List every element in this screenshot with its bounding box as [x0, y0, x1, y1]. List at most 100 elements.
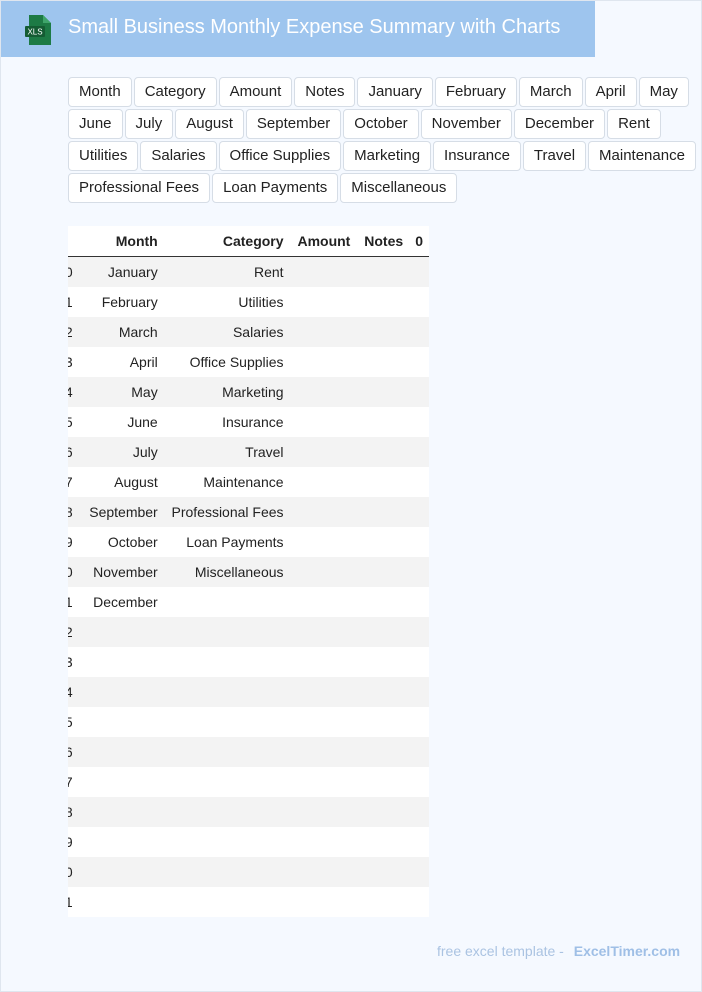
cell-notes[interactable]: [356, 767, 410, 797]
cell-amount[interactable]: [289, 287, 357, 317]
cell-notes[interactable]: [356, 437, 410, 467]
filter-chip[interactable]: Office Supplies: [218, 141, 342, 171]
cell-zero[interactable]: [409, 497, 429, 527]
column-header-category[interactable]: Category: [163, 226, 290, 257]
filter-chip[interactable]: July: [124, 109, 174, 139]
cell-category[interactable]: Rent: [163, 256, 290, 287]
cell-category[interactable]: Professional Fees: [163, 497, 290, 527]
filter-chip[interactable]: March: [518, 77, 583, 107]
cell-notes[interactable]: [356, 317, 410, 347]
cell-notes[interactable]: [356, 377, 410, 407]
filter-chip[interactable]: October: [343, 109, 419, 139]
cell-amount[interactable]: [289, 407, 357, 437]
cell-zero[interactable]: [409, 287, 429, 317]
filter-chip[interactable]: April: [584, 77, 637, 107]
cell-month[interactable]: April: [72, 347, 164, 377]
cell-month[interactable]: December: [72, 587, 164, 617]
cell-notes[interactable]: [356, 617, 410, 647]
cell-zero[interactable]: [409, 617, 429, 647]
cell-month[interactable]: January: [72, 256, 164, 287]
cell-category[interactable]: Travel: [163, 437, 290, 467]
cell-zero[interactable]: [409, 707, 429, 737]
cell-amount[interactable]: [289, 317, 357, 347]
cell-category[interactable]: Loan Payments: [163, 527, 290, 557]
cell-amount[interactable]: [289, 767, 357, 797]
filter-chip[interactable]: May: [638, 77, 689, 107]
cell-notes[interactable]: [356, 677, 410, 707]
cell-zero[interactable]: [409, 587, 429, 617]
cell-amount[interactable]: [289, 617, 357, 647]
cell-amount[interactable]: [289, 587, 357, 617]
cell-month[interactable]: [72, 617, 164, 647]
filter-chip[interactable]: June: [68, 109, 123, 139]
cell-notes[interactable]: [356, 527, 410, 557]
cell-notes[interactable]: [356, 287, 410, 317]
cell-amount[interactable]: [289, 527, 357, 557]
cell-month[interactable]: February: [72, 287, 164, 317]
cell-notes[interactable]: [356, 797, 410, 827]
cell-amount[interactable]: [289, 467, 357, 497]
cell-notes[interactable]: [356, 256, 410, 287]
cell-category[interactable]: [163, 887, 290, 917]
cell-category[interactable]: Utilities: [163, 287, 290, 317]
cell-zero[interactable]: [409, 887, 429, 917]
cell-month[interactable]: August: [72, 467, 164, 497]
cell-amount[interactable]: [289, 707, 357, 737]
cell-notes[interactable]: [356, 827, 410, 857]
cell-month[interactable]: [72, 767, 164, 797]
cell-month[interactable]: November: [72, 557, 164, 587]
cell-zero[interactable]: [409, 347, 429, 377]
cell-category[interactable]: [163, 827, 290, 857]
cell-month[interactable]: [72, 797, 164, 827]
cell-zero[interactable]: [409, 797, 429, 827]
filter-chip[interactable]: Salaries: [140, 141, 217, 171]
filter-chip[interactable]: Loan Payments: [212, 173, 339, 203]
cell-zero[interactable]: [409, 857, 429, 887]
cell-amount[interactable]: [289, 377, 357, 407]
cell-zero[interactable]: [409, 647, 429, 677]
cell-category[interactable]: [163, 767, 290, 797]
cell-month[interactable]: July: [72, 437, 164, 467]
cell-month[interactable]: May: [72, 377, 164, 407]
cell-zero[interactable]: [409, 827, 429, 857]
filter-chip[interactable]: Insurance: [433, 141, 521, 171]
cell-category[interactable]: [163, 647, 290, 677]
cell-amount[interactable]: [289, 827, 357, 857]
cell-zero[interactable]: [409, 437, 429, 467]
filter-chip[interactable]: Category: [133, 77, 217, 107]
column-header-zero[interactable]: 0: [409, 226, 429, 257]
cell-amount[interactable]: [289, 437, 357, 467]
filter-chip[interactable]: Month: [68, 77, 132, 107]
cell-notes[interactable]: [356, 647, 410, 677]
cell-category[interactable]: Salaries: [163, 317, 290, 347]
cell-month[interactable]: March: [72, 317, 164, 347]
filter-chip[interactable]: Miscellaneous: [340, 173, 458, 203]
cell-month[interactable]: [72, 737, 164, 767]
cell-zero[interactable]: [409, 767, 429, 797]
cell-amount[interactable]: [289, 256, 357, 287]
cell-category[interactable]: [163, 737, 290, 767]
cell-month[interactable]: September: [72, 497, 164, 527]
cell-amount[interactable]: [289, 737, 357, 767]
cell-month[interactable]: [72, 707, 164, 737]
cell-month[interactable]: June: [72, 407, 164, 437]
footer-brand-link[interactable]: ExcelTimer.com: [574, 943, 680, 959]
cell-category[interactable]: [163, 797, 290, 827]
cell-month[interactable]: [72, 647, 164, 677]
cell-month[interactable]: October: [72, 527, 164, 557]
cell-notes[interactable]: [356, 497, 410, 527]
filter-chip[interactable]: August: [175, 109, 244, 139]
cell-notes[interactable]: [356, 407, 410, 437]
cell-amount[interactable]: [289, 647, 357, 677]
cell-category[interactable]: Insurance: [163, 407, 290, 437]
filter-chip[interactable]: Rent: [607, 109, 661, 139]
cell-category[interactable]: Office Supplies: [163, 347, 290, 377]
filter-chip[interactable]: Travel: [522, 141, 587, 171]
cell-month[interactable]: [72, 887, 164, 917]
cell-category[interactable]: [163, 587, 290, 617]
cell-month[interactable]: [72, 677, 164, 707]
cell-amount[interactable]: [289, 677, 357, 707]
cell-category[interactable]: Maintenance: [163, 467, 290, 497]
cell-zero[interactable]: [409, 737, 429, 767]
cell-amount[interactable]: [289, 857, 357, 887]
